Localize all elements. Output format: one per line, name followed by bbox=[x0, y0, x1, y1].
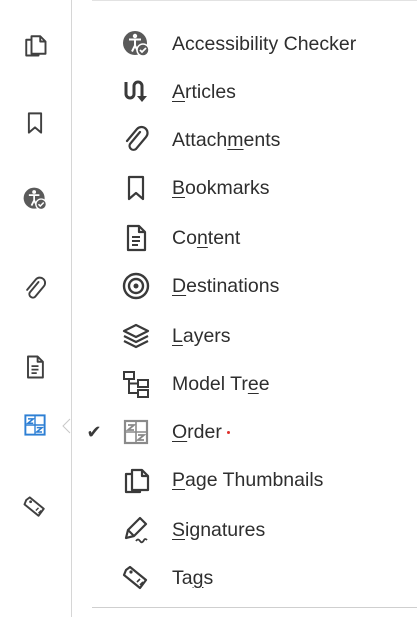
pages-icon bbox=[25, 35, 47, 57]
menu-item-label: Model Tree bbox=[172, 372, 270, 395]
document-icon bbox=[118, 220, 154, 256]
checkmark-icon: ✔ bbox=[86, 421, 102, 442]
menu-item-bookmarks[interactable]: Bookmarks bbox=[72, 164, 417, 212]
rail-page-thumbnails-button[interactable] bbox=[14, 24, 56, 66]
menu-item-label: Order bbox=[172, 421, 230, 444]
menu-item-order[interactable]: ✔ Order bbox=[72, 408, 417, 456]
order-icon bbox=[118, 414, 154, 450]
rail-bookmarks-button[interactable] bbox=[14, 102, 56, 144]
menu-item-model-tree[interactable]: Model Tree bbox=[72, 360, 417, 408]
navigation-panes-menu: Accessibility Checker Articles Attachmen… bbox=[72, 0, 417, 617]
menu-item-content[interactable]: Content bbox=[72, 214, 417, 262]
menu-item-label: Page Thumbnails bbox=[172, 468, 324, 491]
accessibility-icon bbox=[118, 26, 154, 62]
menu-item-label: Articles bbox=[172, 80, 236, 103]
rail-order-button[interactable] bbox=[14, 404, 56, 446]
tag-icon bbox=[23, 496, 45, 517]
menu-item-tags[interactable]: Tags bbox=[72, 554, 417, 602]
menu-item-attachments[interactable]: Attachments bbox=[72, 116, 417, 164]
rail-attachments-button[interactable] bbox=[14, 268, 56, 310]
menu-item-signatures[interactable]: Signatures bbox=[72, 506, 417, 554]
menu-top-border bbox=[92, 0, 417, 1]
paperclip-icon bbox=[118, 122, 154, 158]
indicator-dot bbox=[226, 430, 230, 434]
target-icon bbox=[118, 268, 154, 304]
menu-item-label: Tags bbox=[172, 566, 214, 589]
rail-content-button[interactable] bbox=[14, 346, 56, 388]
menu-item-layers[interactable]: Layers bbox=[72, 312, 417, 360]
layers-icon bbox=[118, 318, 154, 354]
document-icon bbox=[27, 355, 44, 379]
menu-item-label: Bookmarks bbox=[172, 176, 270, 199]
menu-bottom-border bbox=[92, 607, 417, 608]
menu-item-destinations[interactable]: Destinations bbox=[72, 262, 417, 310]
menu-item-label: Signatures bbox=[172, 518, 266, 541]
navigation-pane-rail bbox=[0, 0, 72, 617]
paperclip-icon bbox=[26, 276, 47, 299]
tag-icon bbox=[118, 560, 154, 596]
order-icon bbox=[24, 414, 46, 436]
tree-icon bbox=[118, 366, 154, 402]
articles-icon bbox=[118, 74, 154, 110]
rail-accessibility-button[interactable] bbox=[14, 178, 56, 220]
active-panel-caret-icon bbox=[62, 418, 71, 434]
menu-item-label: Content bbox=[172, 226, 241, 249]
menu-item-articles[interactable]: Articles bbox=[72, 68, 417, 116]
accessibility-icon bbox=[23, 187, 48, 211]
pages-icon bbox=[118, 462, 154, 498]
bookmark-icon bbox=[118, 170, 154, 206]
menu-item-label: Accessibility Checker bbox=[172, 32, 357, 55]
menu-item-label: Layers bbox=[172, 324, 231, 347]
signature-pen-icon bbox=[118, 512, 154, 548]
rail-tags-button[interactable] bbox=[14, 486, 56, 528]
menu-item-accessibility-checker[interactable]: Accessibility Checker bbox=[72, 20, 417, 68]
menu-item-page-thumbnails[interactable]: Page Thumbnails bbox=[72, 456, 417, 504]
bookmark-icon bbox=[27, 112, 43, 134]
menu-item-label: Destinations bbox=[172, 274, 280, 297]
menu-item-label: Attachments bbox=[172, 128, 281, 151]
